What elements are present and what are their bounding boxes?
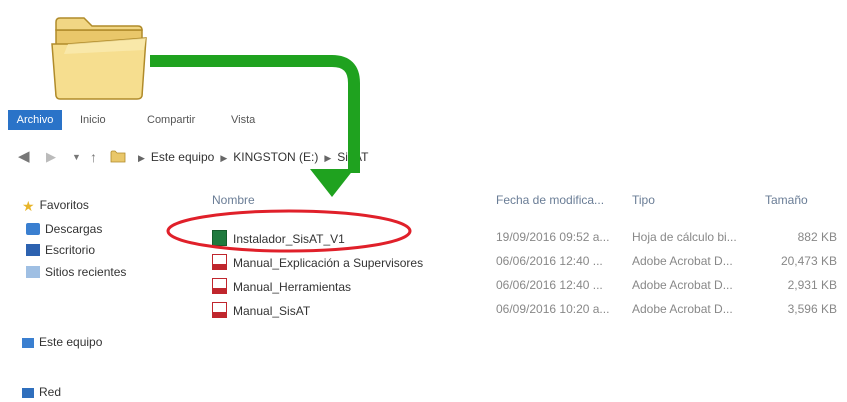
- green-arrow-icon: [150, 55, 360, 197]
- recent-places-icon: [26, 266, 40, 278]
- nav-este-equipo[interactable]: Este equipo: [22, 334, 102, 350]
- breadcrumb-separator-icon: ▶: [138, 153, 145, 163]
- star-icon: ★: [22, 198, 35, 214]
- computer-icon: [22, 338, 34, 348]
- address-bar: ◀ ▶ ▼ ↑ ▶ Este equipo ▶ KINGSTON (E:) ▶ SisAT: [0, 142, 847, 172]
- highlight-oval: [166, 209, 412, 253]
- network-icon: [22, 388, 34, 398]
- back-icon[interactable]: ◀: [18, 142, 30, 172]
- folder-small-icon: [110, 150, 126, 163]
- nav-item-escritorio[interactable]: Escritorio: [26, 242, 95, 258]
- column-header-tamano[interactable]: Tamaño: [765, 193, 808, 207]
- file-row-manual-sisat[interactable]: Manual_SisAT 06/09/2016 10:20 a... Adobe…: [212, 299, 837, 321]
- nav-red[interactable]: Red: [22, 384, 61, 400]
- nav-item-sitios-recientes[interactable]: Sitios recientes: [26, 264, 126, 280]
- download-folder-icon: [26, 223, 40, 235]
- up-arrow-icon[interactable]: ↑: [90, 142, 97, 172]
- tab-inicio[interactable]: Inicio: [80, 110, 106, 130]
- pdf-icon: [212, 278, 227, 294]
- column-header-fecha[interactable]: Fecha de modifica...: [496, 193, 604, 207]
- desktop-icon: [26, 244, 40, 256]
- tab-archivo[interactable]: Archivo: [8, 110, 62, 130]
- forward-icon[interactable]: ▶: [46, 142, 56, 172]
- nav-item-descargas[interactable]: Descargas: [26, 221, 102, 237]
- folder-icon: [51, 17, 147, 100]
- pdf-icon: [212, 302, 227, 318]
- nav-favoritos[interactable]: ★ Favoritos: [22, 197, 89, 214]
- chevron-down-icon[interactable]: ▼: [72, 142, 81, 172]
- pdf-icon: [212, 254, 227, 270]
- file-row-manual-herramientas[interactable]: Manual_Herramientas 06/06/2016 12:40 ...…: [212, 275, 837, 297]
- column-header-tipo[interactable]: Tipo: [632, 193, 655, 207]
